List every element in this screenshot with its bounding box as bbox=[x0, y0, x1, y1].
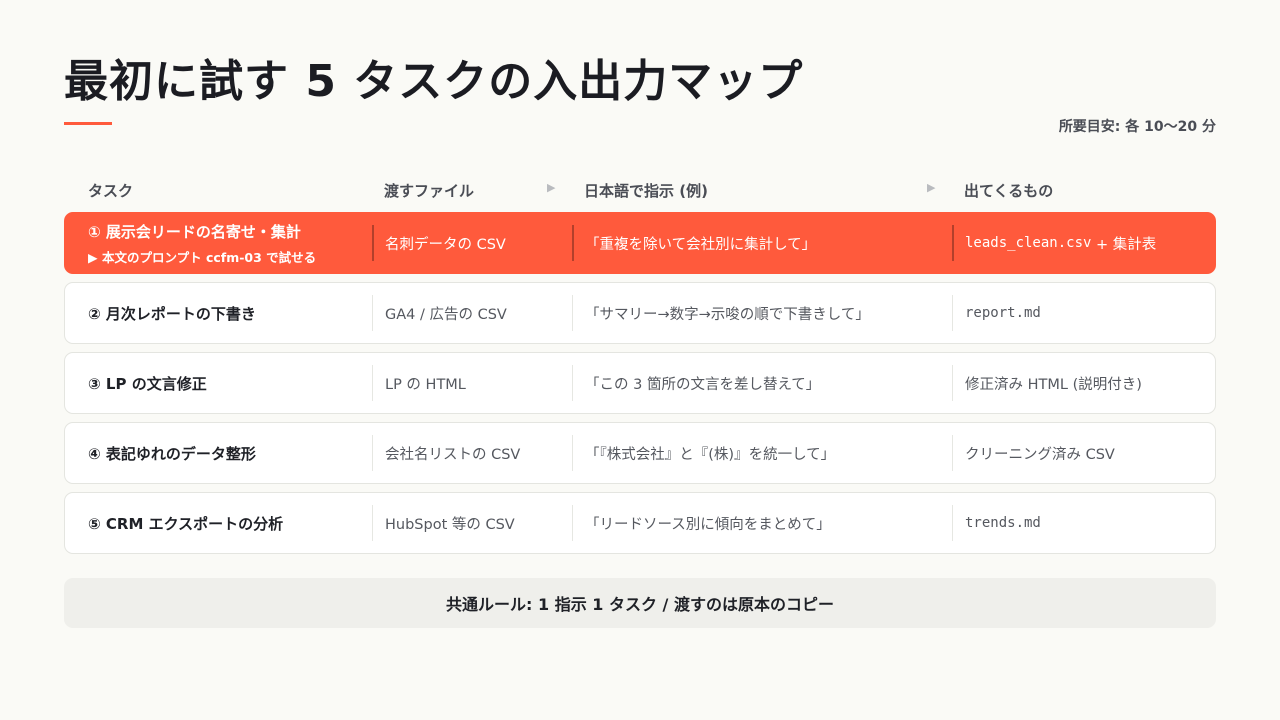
page-title: 最初に試す 5 タスクの入出力マップ bbox=[64, 56, 804, 107]
task-label: ⑤ CRM エクスポートの分析 bbox=[88, 514, 284, 533]
column-divider bbox=[372, 505, 373, 541]
file-cell: LP の HTML bbox=[385, 376, 466, 393]
common-rule-banner: 共通ルール: 1 指示 1 タスク / 渡すのは原本のコピー bbox=[64, 578, 1216, 628]
column-divider bbox=[572, 225, 574, 261]
column-divider bbox=[952, 365, 953, 401]
instruction-cell: 「『株式会社』と『(株)』を統一して」 bbox=[585, 446, 836, 463]
column-divider bbox=[952, 505, 953, 541]
output-filename: report.md bbox=[965, 305, 1041, 321]
table-row: ① 展示会リードの名寄せ・集計 ▶ 本文のプロンプト ccfm-03 で試せる … bbox=[64, 212, 1216, 274]
file-cell: GA4 / 広告の CSV bbox=[385, 306, 507, 323]
table-row: ③ LP の文言修正 LP の HTML 「この 3 箇所の文言を差し替えて」 … bbox=[64, 352, 1216, 414]
table-row: ② 月次レポートの下書き GA4 / 広告の CSV 「サマリー→数字→示唆の順… bbox=[64, 282, 1216, 344]
column-divider bbox=[372, 435, 373, 471]
header-file: 渡すファイル bbox=[384, 182, 475, 200]
flow-arrow-icon: ▶ bbox=[927, 181, 936, 194]
task-label: ① 展示会リードの名寄せ・集計 bbox=[88, 222, 301, 241]
time-estimate-note: 所要目安: 各 10〜20 分 bbox=[1058, 119, 1216, 135]
instruction-cell: 「この 3 箇所の文言を差し替えて」 bbox=[585, 376, 821, 393]
column-divider bbox=[952, 435, 953, 471]
column-divider bbox=[372, 365, 373, 401]
column-divider bbox=[572, 365, 573, 401]
output-cell: 修正済み HTML (説明付き) bbox=[965, 376, 1142, 393]
title-accent-bar bbox=[64, 122, 112, 125]
flow-arrow-icon: ▶ bbox=[547, 181, 556, 194]
task-label: ② 月次レポートの下書き bbox=[88, 304, 256, 323]
file-cell: 名刺データの CSV bbox=[385, 236, 506, 253]
output-filename: trends.md bbox=[965, 515, 1041, 531]
column-divider bbox=[952, 225, 954, 261]
column-divider bbox=[572, 505, 573, 541]
instruction-cell: 「サマリー→数字→示唆の順で下書きして」 bbox=[585, 306, 870, 323]
file-cell: HubSpot 等の CSV bbox=[385, 516, 515, 533]
table-header: タスク 渡すファイル ▶ 日本語で指示 (例) ▶ 出てくるもの bbox=[64, 178, 1216, 202]
output-cell: クリーニング済み CSV bbox=[965, 446, 1115, 463]
output-cell: leads_clean.csv + 集計表 bbox=[965, 213, 1205, 273]
prompt-hint: ▶ 本文のプロンプト ccfm-03 で試せる bbox=[88, 249, 317, 265]
header-task: タスク bbox=[88, 182, 134, 200]
header-output: 出てくるもの bbox=[964, 182, 1054, 200]
table-row: ④ 表記ゆれのデータ整形 会社名リストの CSV 「『株式会社』と『(株)』を統… bbox=[64, 422, 1216, 484]
task-cell: ① 展示会リードの名寄せ・集計 ▶ 本文のプロンプト ccfm-03 で試せる bbox=[88, 213, 370, 273]
output-extra: + 集計表 bbox=[1091, 236, 1157, 253]
column-divider bbox=[372, 225, 374, 261]
instruction-cell: 「リードソース別に傾向をまとめて」 bbox=[585, 516, 831, 533]
column-divider bbox=[952, 295, 953, 331]
header-instruction: 日本語で指示 (例) bbox=[584, 182, 708, 200]
file-cell: 会社名リストの CSV bbox=[385, 446, 521, 463]
instruction-cell: 「重複を除いて会社別に集計して」 bbox=[585, 236, 817, 253]
table-row: ⑤ CRM エクスポートの分析 HubSpot 等の CSV 「リードソース別に… bbox=[64, 492, 1216, 554]
task-label: ④ 表記ゆれのデータ整形 bbox=[88, 444, 256, 463]
output-filename: leads_clean.csv bbox=[965, 235, 1092, 251]
column-divider bbox=[572, 295, 573, 331]
task-label: ③ LP の文言修正 bbox=[88, 374, 207, 393]
column-divider bbox=[572, 435, 573, 471]
column-divider bbox=[372, 295, 373, 331]
